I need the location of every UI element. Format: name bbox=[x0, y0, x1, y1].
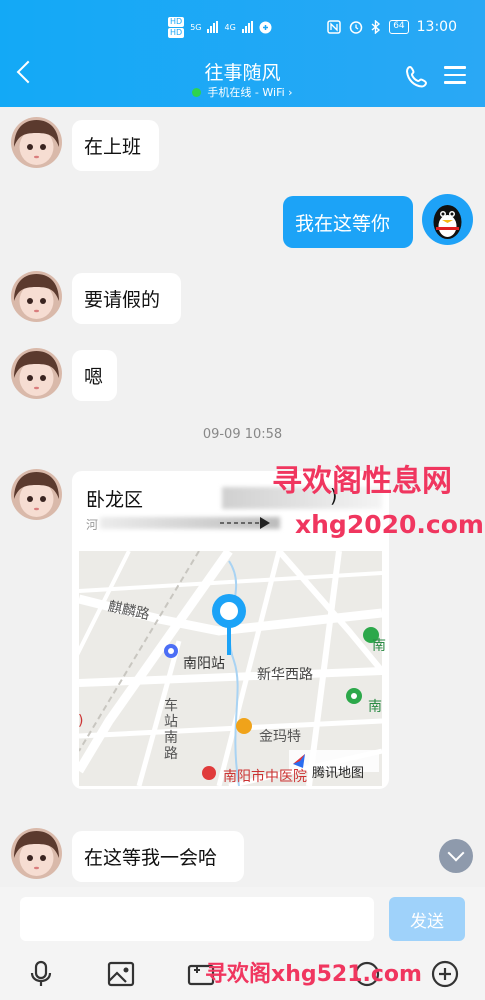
scroll-down-icon[interactable] bbox=[439, 839, 473, 873]
map-label: 南阳站 bbox=[183, 656, 225, 672]
network-type-1: 5G bbox=[190, 22, 202, 32]
arrow-right-icon bbox=[220, 517, 270, 529]
location-title: 卧龙区 bbox=[86, 485, 143, 512]
map-label: 南 bbox=[372, 638, 386, 654]
watermark-url: xhg2020.com bbox=[295, 510, 484, 539]
status-bar: HD HD 5G 4G 64 13:00 bbox=[0, 14, 485, 44]
status-left: HD HD 5G 4G bbox=[168, 14, 272, 40]
map-label: 南 bbox=[368, 699, 382, 715]
message-bubble[interactable]: 嗯 bbox=[72, 350, 117, 401]
map-brand: 腾讯地图 bbox=[312, 766, 365, 781]
avatar[interactable] bbox=[11, 117, 62, 168]
avatar[interactable] bbox=[11, 469, 62, 520]
online-status-text: 手机在线 - WiFi bbox=[207, 86, 285, 99]
map-label: 金玛特 bbox=[259, 729, 301, 745]
map-label: 新华西路 bbox=[257, 667, 313, 683]
avatar[interactable] bbox=[11, 271, 62, 322]
menu-icon[interactable] bbox=[444, 66, 466, 86]
bluetooth-icon bbox=[371, 20, 381, 34]
watermark-text: 寻欢阁性息网 bbox=[272, 464, 452, 499]
avatar[interactable] bbox=[11, 348, 62, 399]
location-title-text: 卧龙区 bbox=[86, 489, 144, 511]
sim-badge-2: HD bbox=[168, 27, 185, 38]
avatar-self[interactable] bbox=[422, 194, 473, 245]
network-type-2: 4G bbox=[224, 22, 236, 32]
map-image[interactable] bbox=[79, 551, 382, 786]
data-saver-icon bbox=[259, 21, 272, 33]
nfc-icon bbox=[327, 20, 341, 34]
online-dot-icon bbox=[192, 88, 202, 97]
message-input[interactable] bbox=[20, 897, 374, 941]
alarm-icon bbox=[349, 21, 363, 34]
status-time: 13:00 bbox=[416, 19, 457, 35]
send-button[interactable]: 发送 bbox=[389, 897, 465, 941]
battery-indicator: 64 bbox=[389, 20, 409, 34]
message-bubble[interactable]: 要请假的 bbox=[72, 273, 181, 324]
chevron-right-icon: › bbox=[284, 86, 293, 99]
avatar[interactable] bbox=[11, 828, 62, 879]
message-timestamp: 09-09 10:58 bbox=[202, 427, 283, 442]
sim-badge-1: HD bbox=[168, 16, 185, 27]
map-label: ) bbox=[78, 713, 84, 729]
phone-icon[interactable] bbox=[404, 64, 430, 90]
signal-icon bbox=[241, 21, 253, 33]
location-address: 河 bbox=[86, 518, 99, 532]
map-label: 南阳市中医院 bbox=[223, 769, 307, 785]
microphone-icon[interactable] bbox=[26, 959, 56, 989]
chat-header: HD HD 5G 4G 64 13:00 往事随风 手机在线 - WiFi › bbox=[0, 0, 485, 107]
add-icon[interactable] bbox=[430, 959, 460, 989]
message-bubble[interactable]: 在上班 bbox=[72, 120, 159, 171]
message-bubble[interactable]: 在这等我一会哈 bbox=[72, 831, 244, 882]
status-right: 64 13:00 bbox=[327, 14, 457, 40]
message-bubble-self[interactable]: 我在这等你 bbox=[283, 196, 413, 248]
image-icon[interactable] bbox=[106, 959, 136, 989]
watermark-bottom: 寻欢阁xhg521.com bbox=[205, 962, 422, 987]
signal-icon bbox=[207, 21, 219, 33]
map-label: 路 bbox=[164, 746, 178, 762]
